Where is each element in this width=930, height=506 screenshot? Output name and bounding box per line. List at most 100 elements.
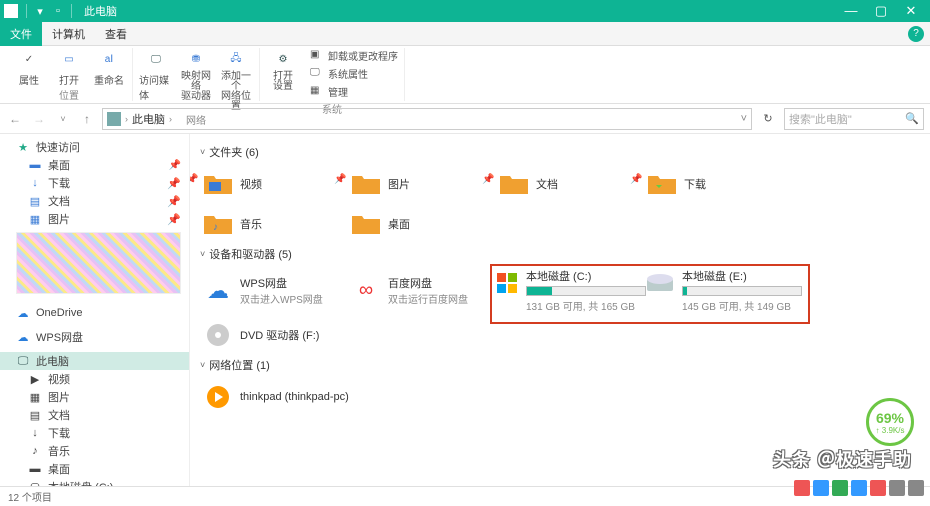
sidebar-item-downloads[interactable]: ↓下载: [0, 424, 189, 442]
window-title: 此电脑: [84, 3, 117, 19]
maximize-button[interactable]: ▢: [866, 3, 896, 19]
address-bar: ← → ˅ ↑ › 此电脑 › ˅ ↻ 搜索"此电脑" 🔍: [0, 104, 930, 134]
document-icon: ▤: [28, 194, 42, 208]
tray-icon[interactable]: [889, 480, 905, 496]
wmp-icon: [202, 381, 234, 413]
picture-icon: ▦: [28, 212, 42, 226]
breadcrumb[interactable]: › 此电脑 › ˅: [102, 108, 752, 130]
svg-text:♪: ♪: [213, 222, 218, 233]
back-button[interactable]: ←: [6, 112, 24, 126]
dvd-drive[interactable]: DVD 驱动器 (F:): [200, 317, 920, 353]
sysprops-icon: 🖵: [310, 67, 324, 81]
tray-icon[interactable]: [851, 480, 867, 496]
section-devices-header[interactable]: ˅设备和驱动器 (5): [200, 246, 920, 262]
sidebar-item-music[interactable]: ♪音乐: [0, 442, 189, 460]
section-network-header[interactable]: ˅网络位置 (1): [200, 357, 920, 373]
speed-widget[interactable]: 69% ↑ 3.9K/s: [866, 398, 914, 446]
uninstall-icon: ▣: [310, 49, 324, 63]
sidebar-item-wps[interactable]: ☁WPS网盘: [0, 328, 189, 346]
baidu-drive[interactable]: ∞百度网盘双击运行百度网盘: [348, 268, 496, 313]
sidebar: ★快速访问 ▬桌面📌 ↓下载📌 ▤文档📌 ▦图片📌 ☁OneDrive ☁WPS…: [0, 134, 190, 486]
desktop-icon: ▬: [28, 158, 42, 172]
pin-icon: 📌: [482, 174, 494, 185]
chevron-down-icon[interactable]: ˅: [741, 113, 747, 125]
sidebar-item-pictures[interactable]: ▦图片: [0, 388, 189, 406]
desktop-icon: ▬: [28, 462, 42, 476]
uninstall-button[interactable]: ▣卸载或更改程序: [310, 48, 398, 63]
tab-computer[interactable]: 计算机: [42, 22, 95, 46]
pc-icon: [107, 112, 121, 126]
map-drive-icon: ⛃: [185, 48, 207, 70]
help-button[interactable]: ?: [908, 26, 924, 42]
search-placeholder: 搜索"此电脑": [789, 111, 852, 127]
cloud-icon: ☁: [16, 306, 30, 320]
folder-doc-icon: [498, 168, 530, 200]
forward-button[interactable]: →: [30, 112, 48, 126]
sidebar-item-this-pc[interactable]: 🖵此电脑: [0, 352, 189, 370]
chevron-right-icon[interactable]: ›: [125, 114, 128, 124]
sidebar-item-videos[interactable]: ▶视频: [0, 370, 189, 388]
tray-icon[interactable]: [813, 480, 829, 496]
close-button[interactable]: ✕: [896, 3, 926, 19]
folder-music[interactable]: ♪音乐: [200, 206, 348, 242]
tray-icon[interactable]: [908, 480, 924, 496]
add-location-button[interactable]: 🖧添加一个 网络位置: [219, 48, 253, 112]
up-button[interactable]: ↑: [78, 112, 96, 126]
network-location-item[interactable]: thinkpad (thinkpad-pc): [200, 379, 420, 415]
folder-documents[interactable]: 📌文档: [496, 166, 644, 202]
rename-button[interactable]: aⅠ重命名: [92, 48, 126, 87]
pin-icon: 📌: [169, 160, 181, 171]
sidebar-item-desktop[interactable]: ▬桌面📌: [0, 156, 189, 174]
folder-pic-icon: [350, 168, 382, 200]
tray-icon[interactable]: [832, 480, 848, 496]
manage-button[interactable]: ▦管理: [310, 84, 398, 99]
folder-pictures[interactable]: 📌图片: [348, 166, 496, 202]
quick-access-icon[interactable]: ▾: [33, 4, 47, 18]
document-icon: ▤: [28, 408, 42, 422]
sidebar-item-drive-c[interactable]: ⛁本地磁盘 (C:): [0, 478, 189, 486]
titlebar: ▾ ▫ 此电脑 — ▢ ✕: [0, 0, 930, 22]
map-drive-button[interactable]: ⛃映射网络 驱动器: [179, 48, 213, 112]
folder-video-icon: [202, 168, 234, 200]
open-icon: ▭: [58, 48, 80, 70]
qat-icon[interactable]: ▫: [51, 4, 65, 18]
refresh-button[interactable]: ↻: [758, 112, 778, 125]
folder-videos[interactable]: 📌视频: [200, 166, 348, 202]
ribbon-group-system: ⚙打开 设置 ▣卸载或更改程序 🖵系统属性 ▦管理 系统: [260, 48, 405, 101]
manage-icon: ▦: [310, 85, 324, 99]
sidebar-item-downloads[interactable]: ↓下载📌: [0, 174, 189, 192]
minimize-button[interactable]: —: [836, 3, 866, 19]
chevron-down-icon: ˅: [200, 147, 205, 157]
properties-button[interactable]: ✓属性: [12, 48, 46, 87]
dvd-icon: [202, 319, 234, 351]
folder-downloads[interactable]: 📌下载: [644, 166, 792, 202]
sidebar-item-desktop[interactable]: ▬桌面: [0, 460, 189, 478]
folder-download-icon: [646, 168, 678, 200]
rename-icon: aⅠ: [98, 48, 120, 70]
tab-view[interactable]: 查看: [95, 22, 137, 46]
tray-icon[interactable]: [794, 480, 810, 496]
search-input[interactable]: 搜索"此电脑" 🔍: [784, 108, 924, 130]
settings-icon: ⚙: [272, 48, 294, 70]
wps-drive[interactable]: ☁WPS网盘双击进入WPS网盘: [200, 268, 348, 313]
search-icon: 🔍: [905, 112, 919, 125]
recent-button[interactable]: ˅: [54, 114, 72, 124]
sidebar-item-pictures[interactable]: ▦图片📌: [0, 210, 189, 228]
sidebar-item-documents[interactable]: ▤文档: [0, 406, 189, 424]
open-settings-button[interactable]: ⚙打开 设置: [266, 48, 300, 92]
sidebar-item-quick-access[interactable]: ★快速访问: [0, 138, 189, 156]
sysprops-button[interactable]: 🖵系统属性: [310, 66, 398, 81]
tray-icon[interactable]: [870, 480, 886, 496]
open-button[interactable]: ▭打开: [52, 48, 86, 87]
access-media-button[interactable]: 🖵访问媒体: [139, 48, 173, 112]
sidebar-item-documents[interactable]: ▤文档📌: [0, 192, 189, 210]
section-folders-header[interactable]: ˅文件夹 (6): [200, 144, 920, 160]
folder-desktop[interactable]: 桌面: [348, 206, 496, 242]
breadcrumb-item[interactable]: 此电脑: [132, 111, 165, 127]
pin-icon: 📌: [167, 195, 181, 208]
chevron-right-icon[interactable]: ›: [169, 114, 172, 124]
sidebar-item-onedrive[interactable]: ☁OneDrive: [0, 304, 189, 322]
picture-icon: ▦: [28, 390, 42, 404]
download-icon: ↓: [28, 426, 42, 440]
tab-file[interactable]: 文件: [0, 22, 42, 46]
